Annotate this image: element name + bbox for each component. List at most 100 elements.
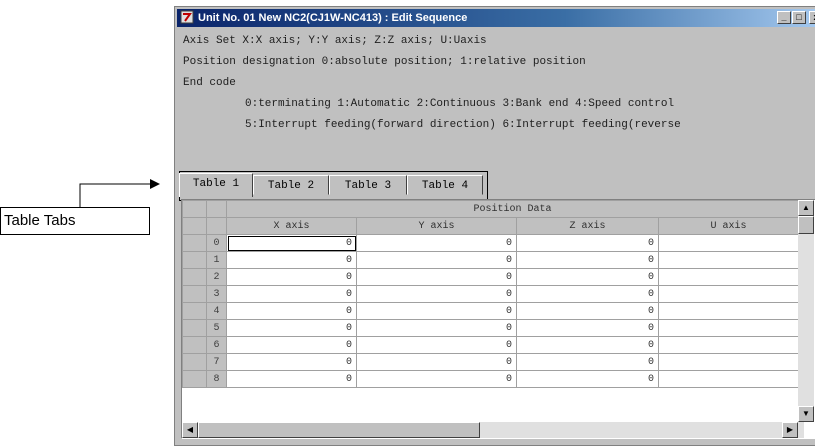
cell-y-axis[interactable]: 0 <box>356 268 517 286</box>
row-header-spacer-cell <box>182 370 207 388</box>
row-header-spacer-2 <box>206 217 227 235</box>
title-bar[interactable]: Unit No. 01 New NC2(CJ1W-NC413) : Edit S… <box>177 9 815 27</box>
cell-x-axis[interactable]: 0 <box>226 302 357 320</box>
cell-u-axis[interactable] <box>658 336 799 354</box>
row-index[interactable]: 6 <box>206 336 227 354</box>
position-designation-text: Position designation 0:absolute position… <box>183 56 586 68</box>
cell-x-axis[interactable]: 0 <box>226 268 357 286</box>
cell-z-axis[interactable]: 0 <box>516 285 659 303</box>
table-row: 6000 <box>182 336 799 354</box>
close-button[interactable]: x <box>809 11 815 24</box>
row-header-spacer-cell <box>182 353 207 371</box>
column-header-y-axis[interactable]: Y axis <box>356 217 517 235</box>
tab-table-1[interactable]: Table 1 <box>179 173 253 197</box>
arrow-down-icon[interactable]: ▼ <box>798 406 814 422</box>
cell-z-axis[interactable]: 0 <box>516 353 659 371</box>
cell-y-axis[interactable]: 0 <box>356 251 517 269</box>
cell-y-axis[interactable]: 0 <box>356 370 517 388</box>
edit-sequence-window: Unit No. 01 New NC2(CJ1W-NC413) : Edit S… <box>174 6 815 446</box>
cell-x-axis[interactable]: 0 <box>226 285 357 303</box>
row-header-spacer <box>182 217 207 235</box>
horizontal-scrollbar[interactable]: ◀ ▶ <box>182 422 804 438</box>
cell-y-axis[interactable]: 0 <box>356 336 517 354</box>
row-index[interactable]: 8 <box>206 370 227 388</box>
end-code-line-1: 0:terminating 1:Automatic 2:Continuous 3… <box>245 98 675 110</box>
position-data-table: Position Data X axis Y axis Z axis U axi… <box>182 200 799 388</box>
horizontal-scroll-thumb[interactable] <box>198 422 480 438</box>
column-header-x-axis[interactable]: X axis <box>226 217 357 235</box>
minimize-button[interactable]: _ <box>777 11 791 24</box>
cell-x-axis[interactable]: 0 <box>226 251 357 269</box>
row-header-spacer-cell <box>182 234 207 252</box>
cell-x-axis[interactable]: 0 <box>226 353 357 371</box>
table-row: 4000 <box>182 302 799 320</box>
arrow-left-icon[interactable]: ◀ <box>182 422 198 438</box>
cell-z-axis[interactable]: 0 <box>516 234 659 252</box>
table-row: 5000 <box>182 319 799 337</box>
cell-y-axis[interactable]: 0 <box>356 285 517 303</box>
table-row: 3000 <box>182 285 799 303</box>
cell-y-axis[interactable]: 0 <box>356 302 517 320</box>
cell-z-axis[interactable]: 0 <box>516 268 659 286</box>
cell-y-axis[interactable]: 0 <box>356 353 517 371</box>
table-row: 2000 <box>182 268 799 286</box>
column-header-u-axis[interactable]: U axis <box>658 217 799 235</box>
end-code-line-2: 5:Interrupt feeding(forward direction) 6… <box>245 119 681 131</box>
cell-y-axis[interactable]: 0 <box>356 234 517 252</box>
cell-u-axis[interactable] <box>658 268 799 286</box>
group-header-row: Position Data <box>182 200 799 218</box>
row-header-spacer-cell <box>182 285 207 303</box>
position-data-header: Position Data <box>226 200 799 218</box>
row-header-spacer-cell <box>182 319 207 337</box>
tab-table-4[interactable]: Table 4 <box>407 175 483 195</box>
vertical-scrollbar[interactable]: ▲ ▼ <box>798 200 814 422</box>
column-header-z-axis[interactable]: Z axis <box>516 217 659 235</box>
table-row: 8000 <box>182 370 799 388</box>
sequence-window-icon <box>180 10 194 24</box>
cell-x-axis[interactable]: 0 <box>226 319 357 337</box>
maximize-button[interactable]: □ <box>792 11 806 24</box>
row-index[interactable]: 4 <box>206 302 227 320</box>
row-header-spacer-cell <box>182 268 207 286</box>
cell-z-axis[interactable]: 0 <box>516 319 659 337</box>
axis-set-text: Axis Set X:X axis; Y:Y axis; Z:Z axis; U… <box>183 35 487 47</box>
vertical-scroll-thumb[interactable] <box>798 216 814 234</box>
cell-u-axis[interactable] <box>658 370 799 388</box>
row-index[interactable]: 0 <box>206 234 227 252</box>
arrow-up-icon[interactable]: ▲ <box>798 200 814 216</box>
cell-z-axis[interactable]: 0 <box>516 336 659 354</box>
cell-z-axis[interactable]: 0 <box>516 251 659 269</box>
corner-cell <box>182 200 207 218</box>
cell-u-axis[interactable] <box>658 285 799 303</box>
row-header-spacer-cell <box>182 251 207 269</box>
cell-u-axis[interactable] <box>658 234 799 252</box>
cell-x-axis[interactable]: 0 <box>226 370 357 388</box>
table-row: 7000 <box>182 353 799 371</box>
window-title: Unit No. 01 New NC2(CJ1W-NC413) : Edit S… <box>198 12 468 24</box>
row-header-spacer-cell <box>182 336 207 354</box>
row-index[interactable]: 5 <box>206 319 227 337</box>
column-header-row: X axis Y axis Z axis U axis <box>182 217 799 235</box>
row-index[interactable]: 7 <box>206 353 227 371</box>
cell-u-axis[interactable] <box>658 319 799 337</box>
arrow-right-icon[interactable]: ▶ <box>782 422 798 438</box>
cell-x-axis[interactable]: 0 <box>226 234 357 252</box>
row-index[interactable]: 2 <box>206 268 227 286</box>
row-header-spacer-cell <box>182 302 207 320</box>
cell-y-axis[interactable]: 0 <box>356 319 517 337</box>
cell-u-axis[interactable] <box>658 302 799 320</box>
cell-z-axis[interactable]: 0 <box>516 302 659 320</box>
tab-table-3[interactable]: Table 3 <box>329 175 407 195</box>
end-code-label: End code <box>183 77 236 89</box>
row-index[interactable]: 1 <box>206 251 227 269</box>
tab-table-2[interactable]: Table 2 <box>253 175 329 195</box>
cell-u-axis[interactable] <box>658 251 799 269</box>
cell-z-axis[interactable]: 0 <box>516 370 659 388</box>
row-index[interactable]: 3 <box>206 285 227 303</box>
cell-u-axis[interactable] <box>658 353 799 371</box>
table-row: 1000 <box>182 251 799 269</box>
table-tabs-callout-label: Table Tabs <box>0 207 150 235</box>
table-row: 0000 <box>182 234 799 252</box>
cell-x-axis[interactable]: 0 <box>226 336 357 354</box>
corner-cell-2 <box>206 200 227 218</box>
